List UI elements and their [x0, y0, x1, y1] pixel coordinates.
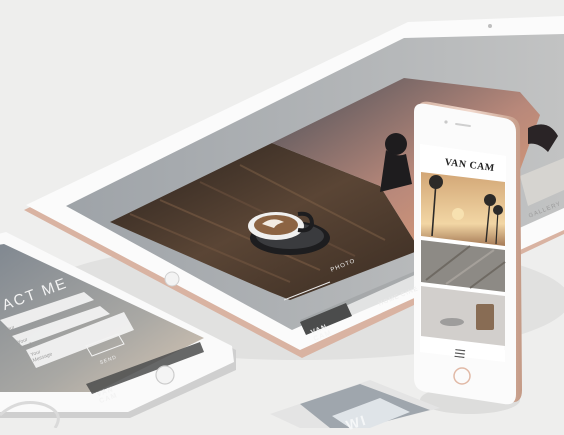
device-mockup-scene: VAN CAM PHOTO HOME CINE GALLERY ACT ME Y…	[0, 0, 564, 433]
hamburger-menu-glyph	[454, 348, 466, 359]
mockup-illustration	[0, 16, 564, 428]
